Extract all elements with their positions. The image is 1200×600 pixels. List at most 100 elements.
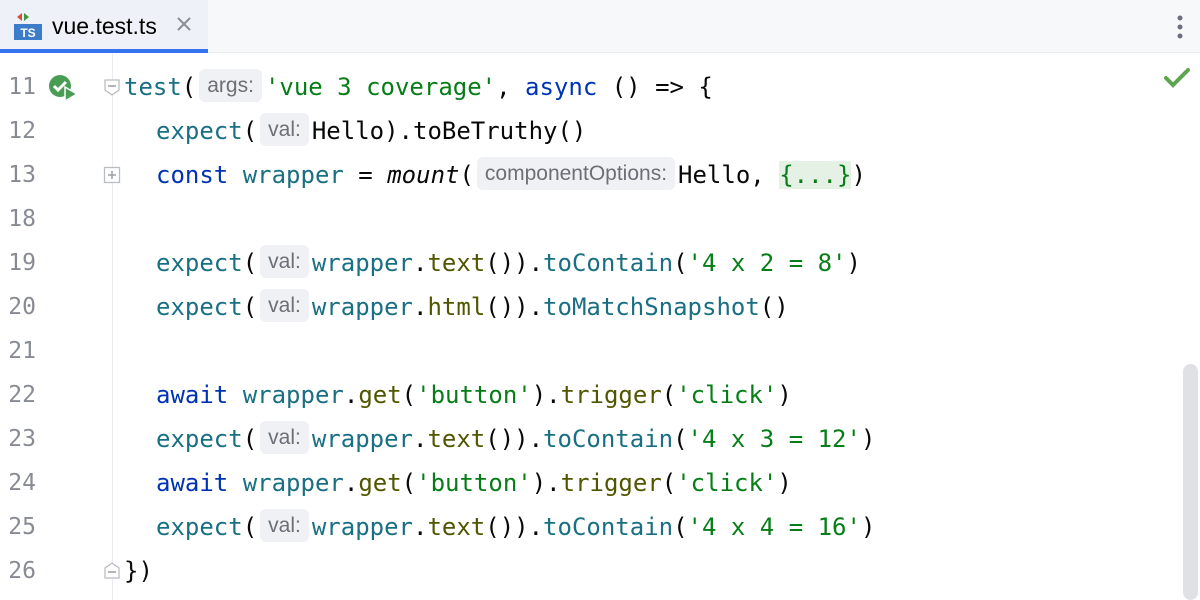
param-hint: val:: [260, 289, 309, 322]
token-method: trigger: [561, 381, 662, 409]
code-text: expect(val:wrapper.text()).toContain('4 …: [124, 241, 861, 285]
checkmark-icon[interactable]: [1164, 67, 1190, 89]
token-keyword: await: [156, 381, 228, 409]
token-punct: ,: [496, 73, 525, 101]
token-punct: ()).: [485, 293, 543, 321]
code-line: 12 expect(val:Hello).toBeTruthy(): [0, 109, 1200, 153]
line-number: 13: [6, 153, 36, 197]
code-line: 20 expect(val:wrapper.html()).toMatchSna…: [0, 285, 1200, 329]
token-identifier: wrapper: [312, 513, 413, 541]
svg-text:TS: TS: [20, 26, 35, 40]
line-number: 20: [6, 285, 36, 329]
token-punct: ()).: [485, 249, 543, 277]
token-punct: .: [413, 513, 427, 541]
line-number: 21: [6, 329, 36, 373]
token-punct: [228, 381, 242, 409]
vertical-scrollbar[interactable]: [1183, 364, 1198, 600]
line-number: 26: [6, 549, 36, 593]
token-function: expect: [156, 513, 243, 541]
line-number: 11: [6, 65, 36, 109]
code-text: expect(val:wrapper.text()).toContain('4 …: [124, 417, 875, 461]
token-punct: .: [413, 293, 427, 321]
token-punct: }): [124, 557, 153, 585]
token-punct: ): [847, 249, 861, 277]
token-punct: [228, 469, 242, 497]
line-number: 18: [6, 197, 36, 241]
token-keyword: const: [156, 161, 228, 189]
token-string: '4 x 4 = 16': [688, 513, 861, 541]
token-punct: (: [662, 469, 676, 497]
token-string: 'click': [676, 381, 777, 409]
token-string: 'vue 3 coverage': [265, 73, 496, 101]
token-punct: ).: [532, 381, 561, 409]
token-method: html: [427, 293, 485, 321]
token-method: get: [358, 469, 401, 497]
token-punct: .: [413, 425, 427, 453]
param-hint: val:: [260, 509, 309, 542]
param-hint: val:: [260, 245, 309, 278]
token-punct: ()).: [485, 425, 543, 453]
fold-end-icon[interactable]: [103, 562, 121, 580]
code-text: expect(val:Hello).toBeTruthy(): [124, 109, 586, 153]
param-hint: val:: [260, 113, 309, 146]
line-number: 25: [6, 505, 36, 549]
typescript-file-icon: TS: [13, 11, 43, 41]
folded-region[interactable]: {...}: [779, 161, 851, 189]
token-function: test: [124, 73, 182, 101]
code-line: 11 test(args:'vue 3 coverage', async () …: [0, 65, 1200, 109]
token-method: get: [358, 381, 401, 409]
token-punct: ()).: [485, 513, 543, 541]
fold-icon[interactable]: [103, 78, 121, 96]
editor-tab-bar: TS vue.test.ts: [0, 0, 1200, 53]
token-punct: .: [344, 381, 358, 409]
token-punct: (): [760, 293, 789, 321]
token-punct: [228, 161, 242, 189]
token-punct: ): [777, 381, 791, 409]
line-number: 24: [6, 461, 36, 505]
code-line: 22 await wrapper.get('button').trigger('…: [0, 373, 1200, 417]
token-punct: () => {: [597, 73, 713, 101]
token-punct: .: [344, 469, 358, 497]
token-punct: (: [243, 117, 257, 145]
token-identifier: wrapper: [243, 469, 344, 497]
more-vertical-icon[interactable]: [1170, 12, 1190, 42]
code-text: await wrapper.get('button').trigger('cli…: [124, 461, 792, 505]
tab-title: vue.test.ts: [52, 13, 157, 40]
token-string: 'button': [416, 469, 532, 497]
token-punct: (: [243, 425, 257, 453]
token-punct: ): [777, 469, 791, 497]
token-string: 'click': [676, 469, 777, 497]
code-text: expect(val:wrapper.html()).toMatchSnapsh…: [124, 285, 789, 329]
token-method: text: [427, 249, 485, 277]
code-line: 24 await wrapper.get('button').trigger('…: [0, 461, 1200, 505]
token-identifier: wrapper: [312, 293, 413, 321]
code-line: 13 const wrapper = mount(componentOption…: [0, 153, 1200, 197]
token-punct: .: [413, 249, 427, 277]
token-keyword: await: [156, 469, 228, 497]
expand-fold-icon[interactable]: [103, 166, 121, 184]
token-punct: (: [402, 381, 416, 409]
token-punct: ): [861, 425, 875, 453]
param-hint: val:: [260, 421, 309, 454]
line-number: 22: [6, 373, 36, 417]
code-text: const wrapper = mount(componentOptions:H…: [124, 153, 866, 197]
token-punct: ): [851, 161, 865, 189]
tab-vue-test-ts[interactable]: TS vue.test.ts: [0, 0, 208, 53]
code-line: 25 expect(val:wrapper.text()).toContain(…: [0, 505, 1200, 549]
line-number: 19: [6, 241, 36, 285]
param-hint: args:: [199, 69, 262, 102]
run-test-icon[interactable]: [47, 73, 79, 103]
line-number: 23: [6, 417, 36, 461]
token-identifier: wrapper: [243, 161, 344, 189]
token-function: toMatchSnapshot: [543, 293, 760, 321]
token-plain: Hello,: [678, 161, 779, 189]
code-text: expect(val:wrapper.text()).toContain('4 …: [124, 505, 875, 549]
code-line: 21: [0, 329, 1200, 373]
token-string: '4 x 2 = 8': [688, 249, 847, 277]
token-punct: ).: [532, 469, 561, 497]
token-function: expect: [156, 249, 243, 277]
line-number: 12: [6, 109, 36, 153]
token-punct: (: [662, 381, 676, 409]
close-icon[interactable]: [174, 14, 194, 34]
token-method: trigger: [561, 469, 662, 497]
